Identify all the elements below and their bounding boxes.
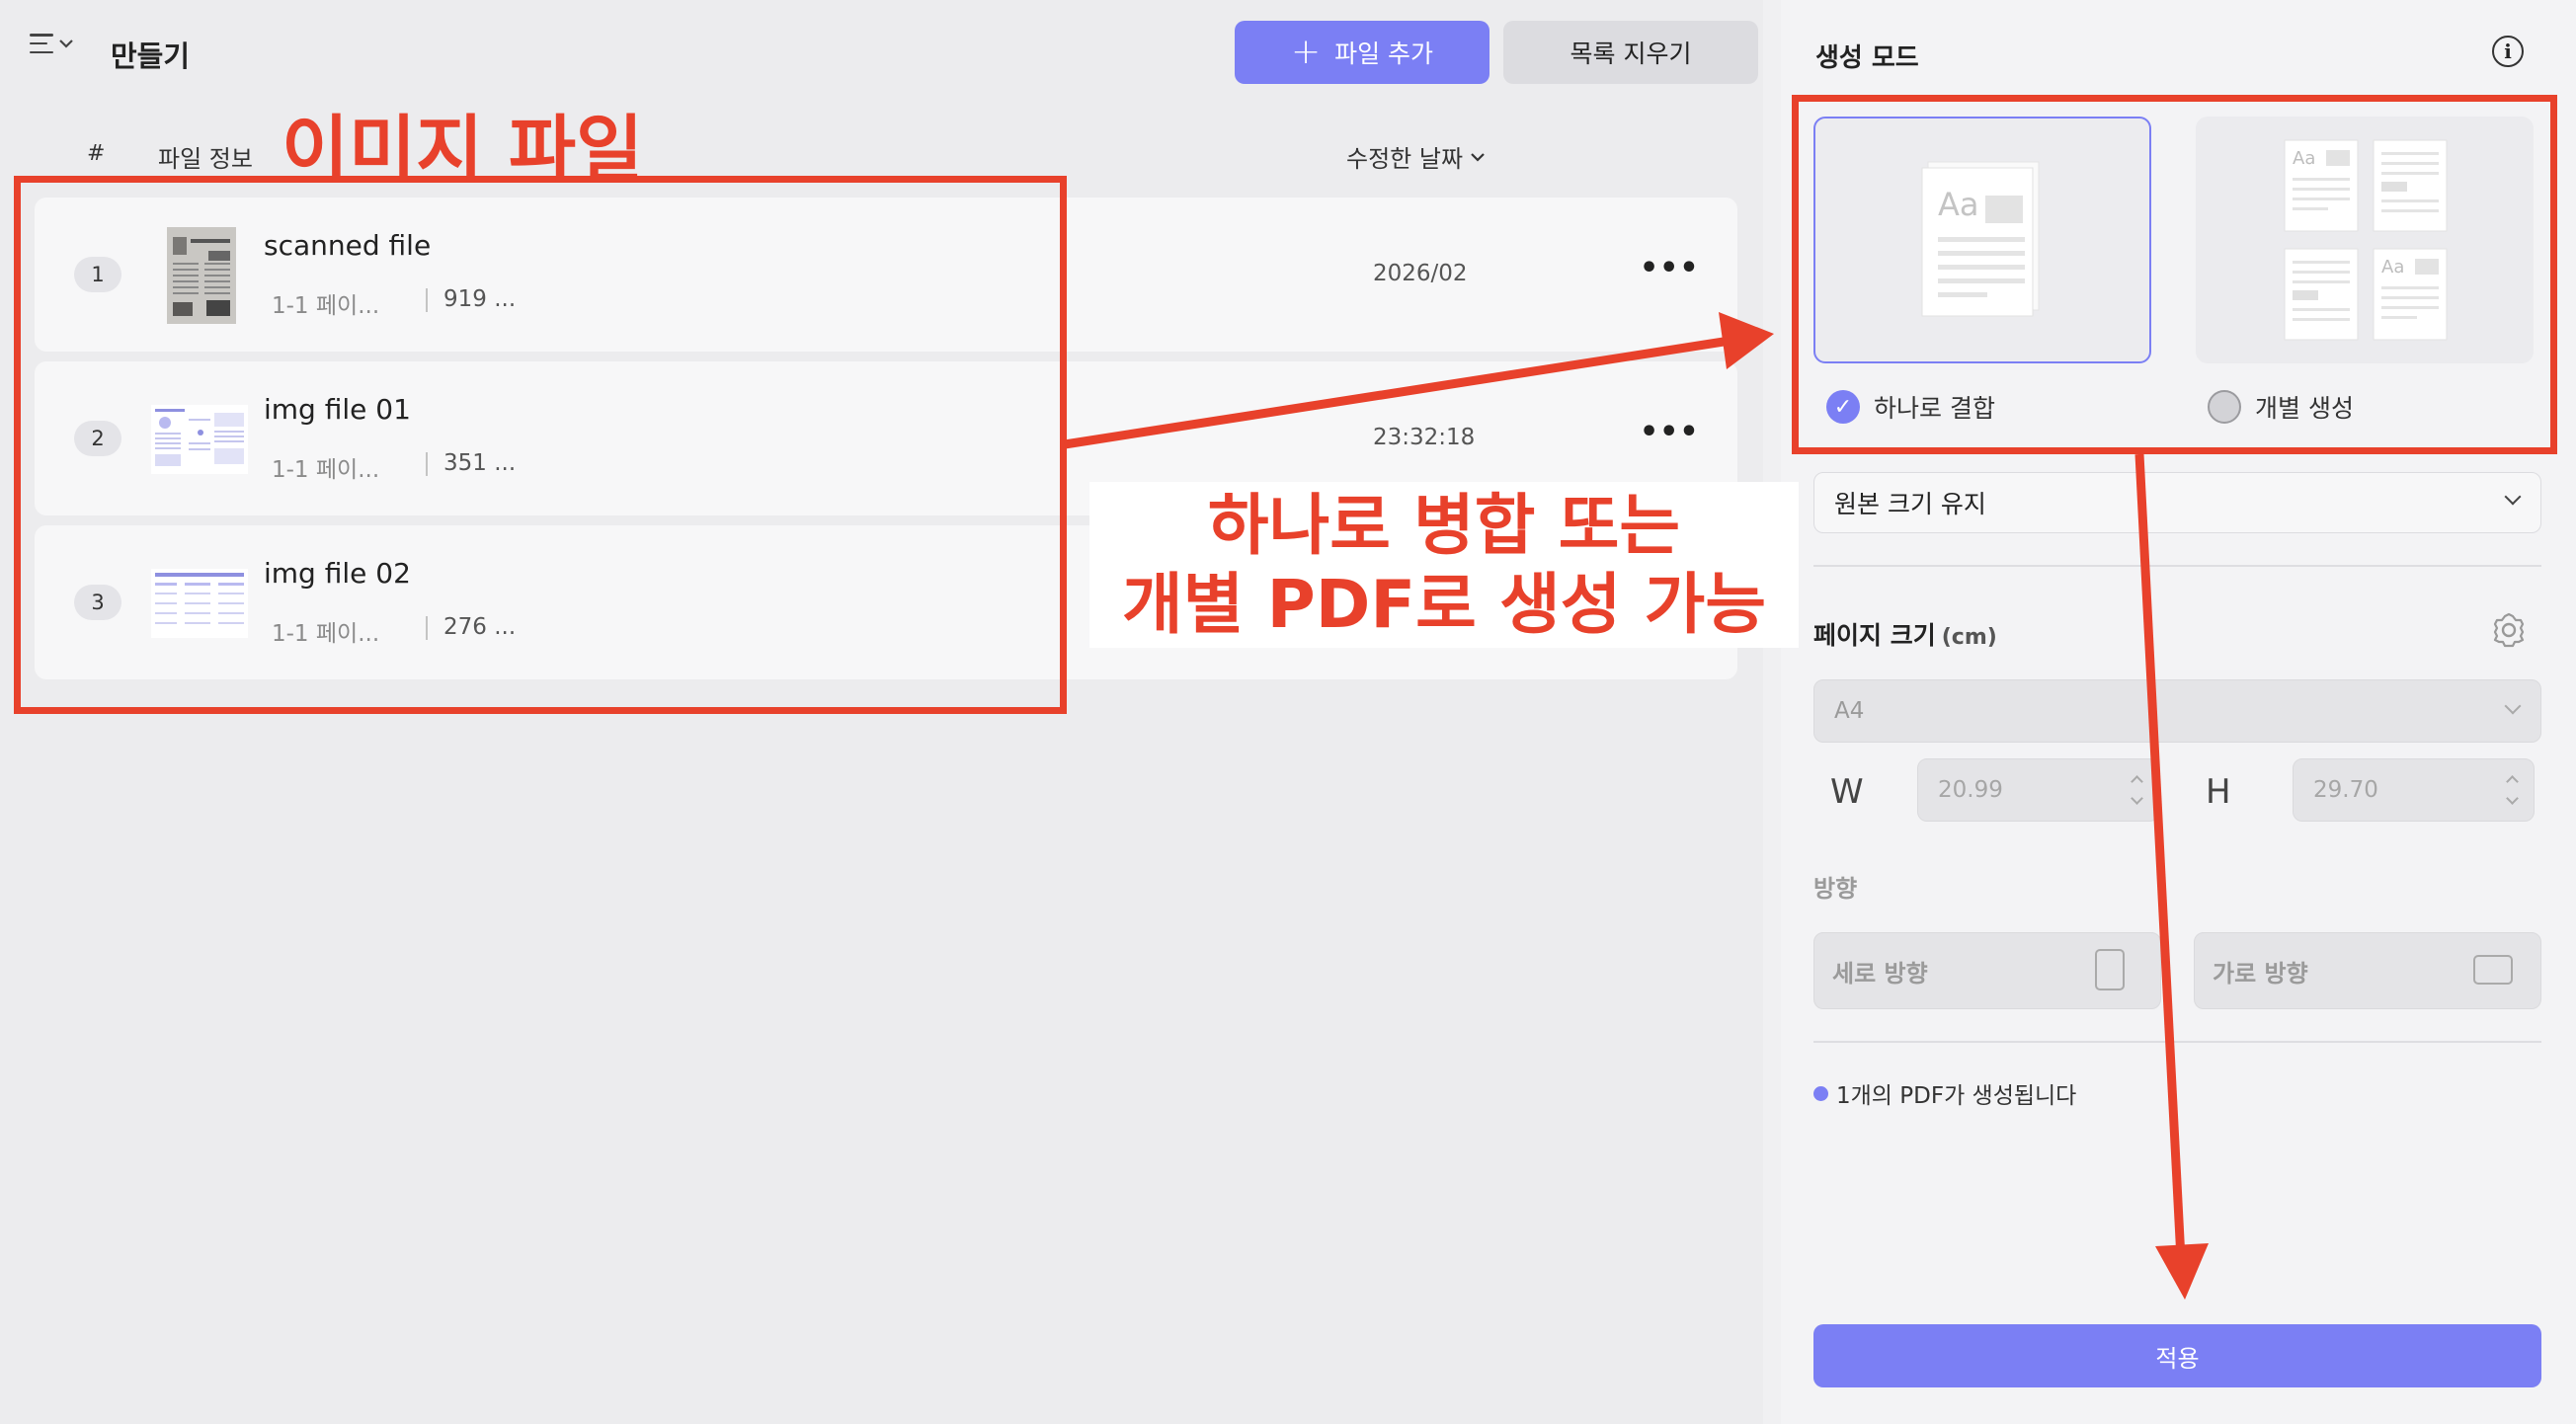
arrow-to-mode bbox=[1064, 337, 1725, 449]
annotation-arrows bbox=[1064, 312, 2209, 1300]
callout-line-2: 개별 PDF로 생성 가능 bbox=[1122, 566, 1766, 643]
callout-box: 하나로 병합 또는 개별 PDF로 생성 가능 bbox=[1089, 482, 1799, 648]
arrow-to-apply bbox=[2134, 453, 2186, 1260]
arrowhead-icon bbox=[2155, 1243, 2209, 1300]
arrowhead-icon bbox=[1719, 312, 1774, 369]
callout-line-1: 하나로 병합 또는 bbox=[1207, 487, 1681, 564]
